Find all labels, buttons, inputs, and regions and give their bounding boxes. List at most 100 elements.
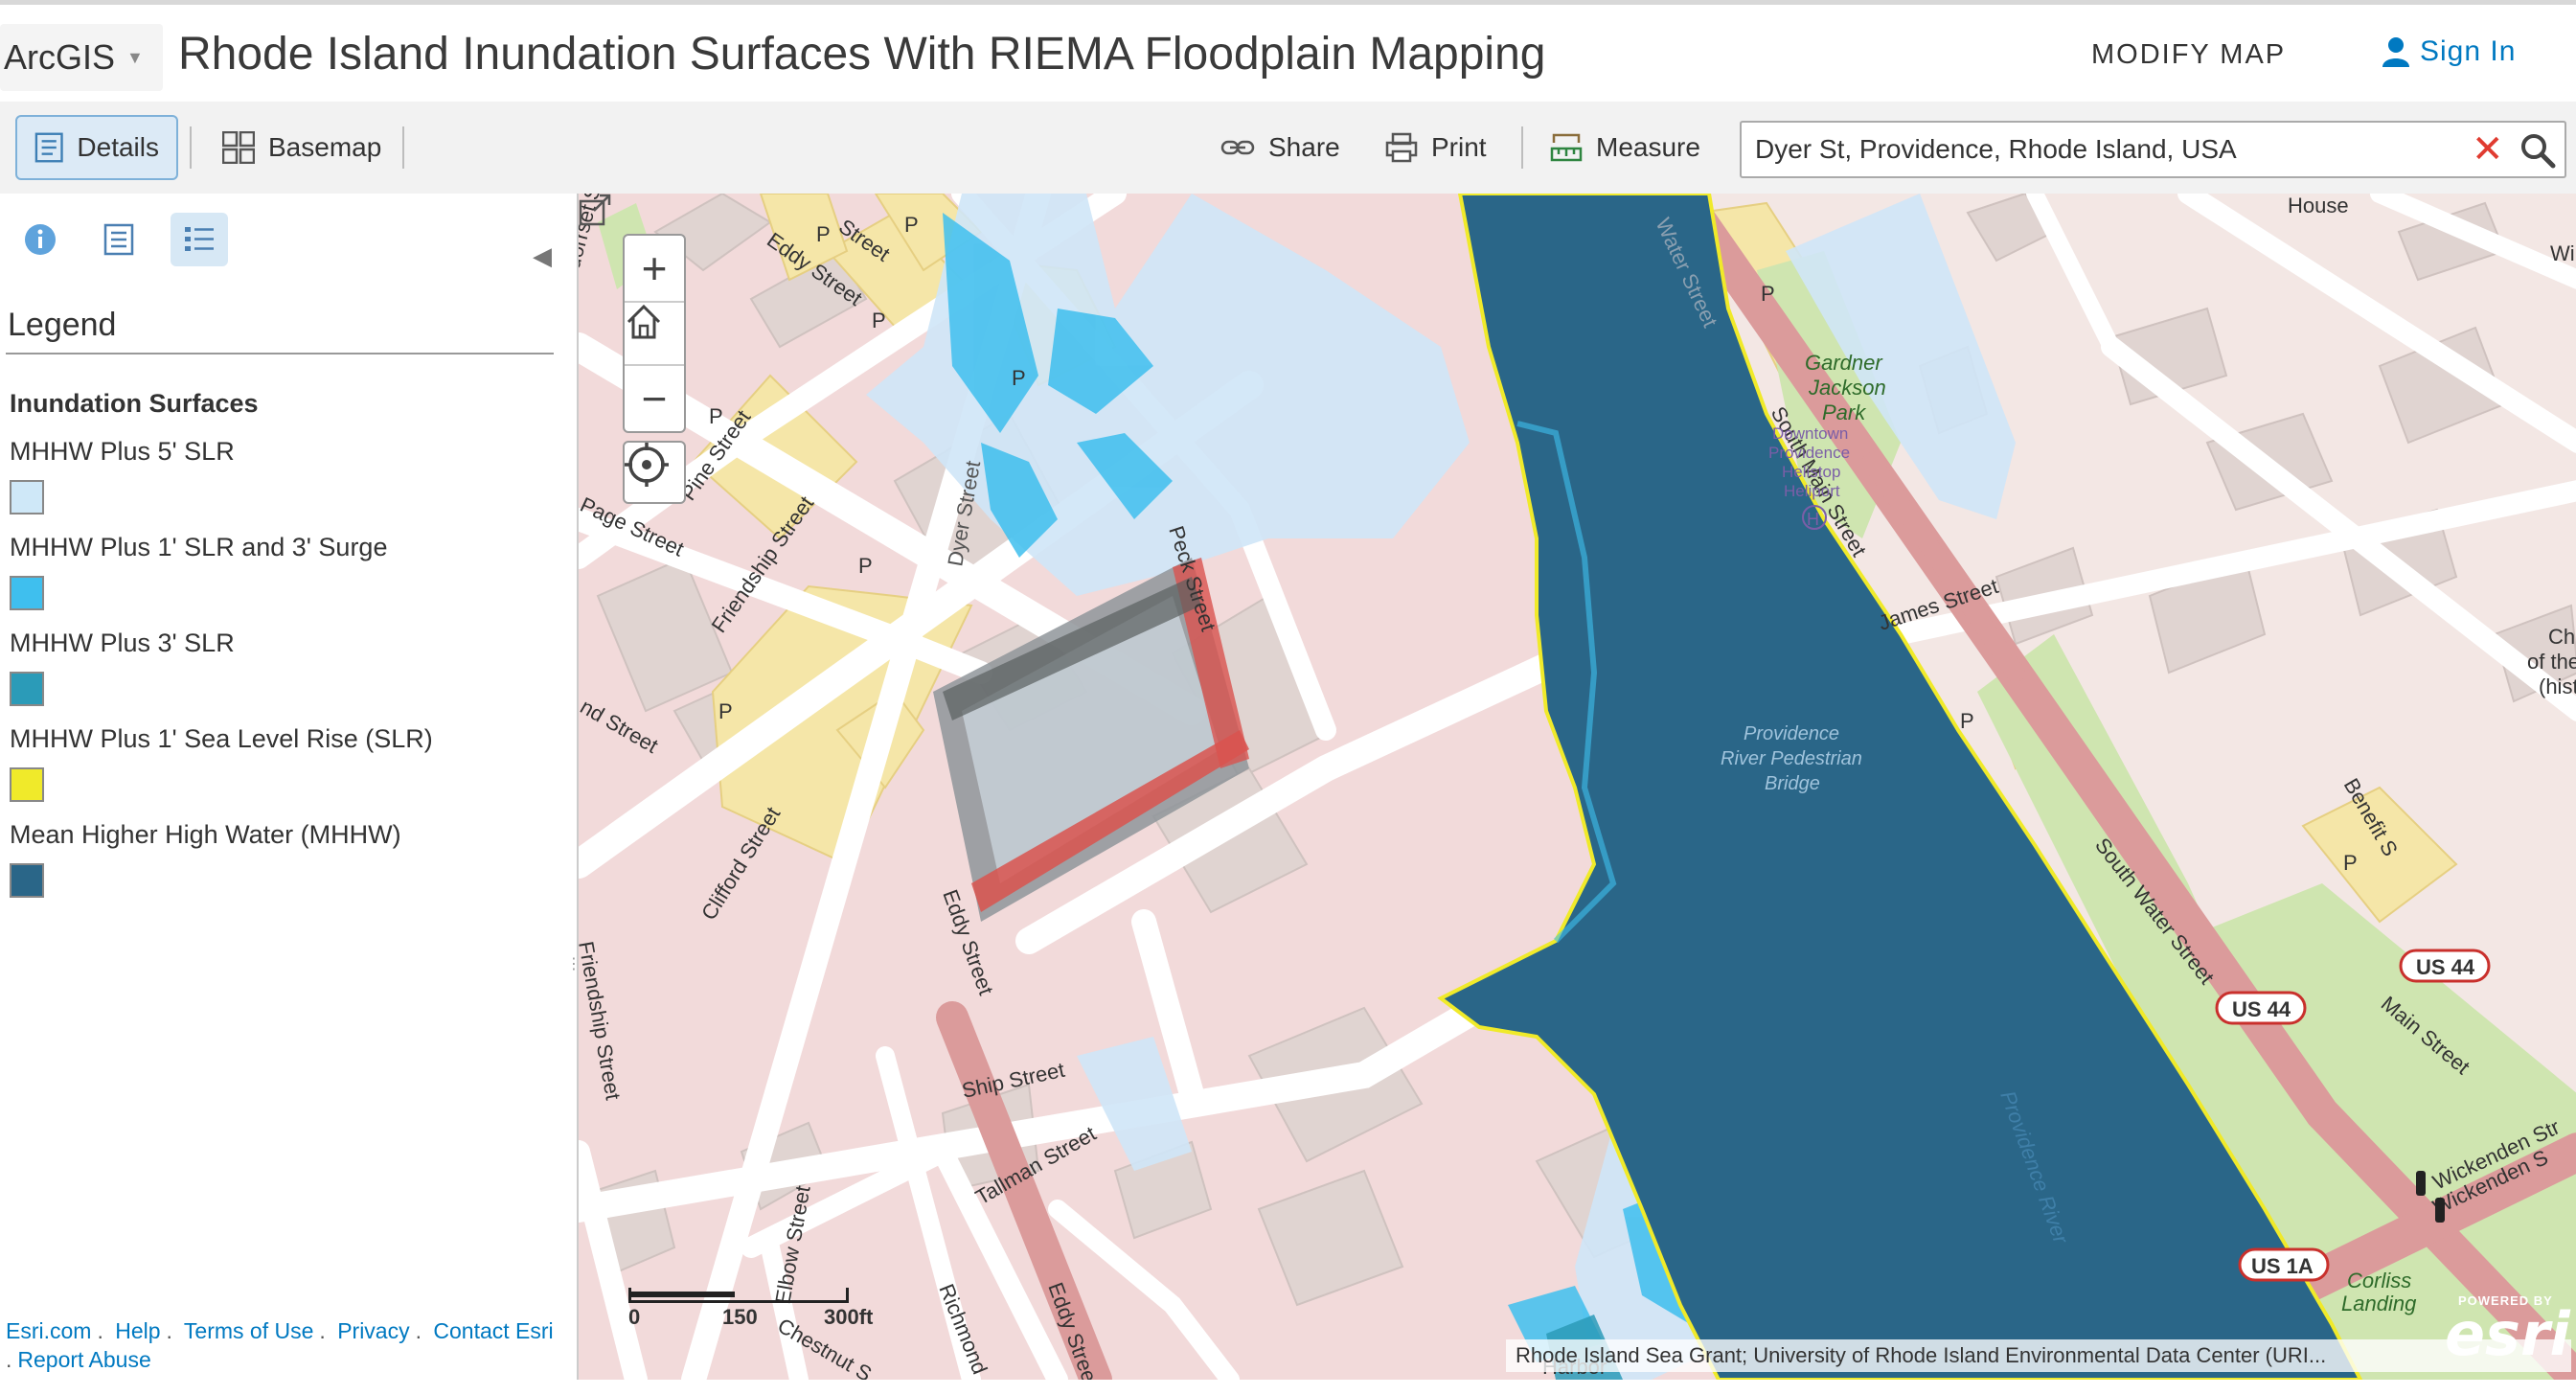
search-input[interactable] xyxy=(1755,123,2464,176)
tab-about[interactable] xyxy=(11,213,69,266)
tab-legend[interactable] xyxy=(171,213,228,266)
parking-marker: P xyxy=(1761,282,1775,306)
zoom-out-button[interactable]: − xyxy=(625,366,684,431)
collapse-panel-icon[interactable]: ◀ xyxy=(533,241,552,271)
print-button[interactable]: Print xyxy=(1368,115,1504,180)
details-label: Details xyxy=(77,132,159,162)
arcgis-logo: ArcGIS xyxy=(4,37,116,77)
measure-icon xyxy=(1550,133,1583,162)
legend-item-label: MHHW Plus 3' SLR xyxy=(10,629,235,657)
heliport-icon: H xyxy=(1807,510,1819,529)
toolbar-divider xyxy=(402,126,404,169)
user-icon xyxy=(2382,37,2409,67)
legend-swatch xyxy=(10,863,44,898)
chevron-down-icon: ▼ xyxy=(126,47,144,67)
esri-com-link[interactable]: Esri.com xyxy=(6,1318,91,1343)
footer-links: Esri.com. Help. Terms of Use. Privacy. C… xyxy=(6,1318,554,1372)
place-label: Corliss xyxy=(2347,1269,2411,1292)
legend-icon xyxy=(185,227,214,251)
legend-swatch xyxy=(10,576,44,610)
clear-icon[interactable]: ✕ xyxy=(2472,128,2504,171)
home-icon xyxy=(627,304,661,339)
details-button[interactable]: Details xyxy=(15,115,178,180)
basemap-grid-icon xyxy=(222,131,255,164)
scale-label: 0 xyxy=(628,1305,641,1329)
parking-marker: P xyxy=(904,213,919,237)
esri-wordmark: esri xyxy=(2445,1299,2570,1369)
legend-item-label: MHHW Plus 1' SLR and 3' Surge xyxy=(10,533,388,561)
place-label: Helistop xyxy=(1782,463,1840,481)
app-root: ArcGIS ▼ Rhode Island Inundation Surface… xyxy=(0,0,2576,1395)
share-button[interactable]: Share xyxy=(1203,115,1357,180)
place-label: Park xyxy=(1822,400,1866,424)
place-label: Gardner xyxy=(1805,351,1883,375)
us-route-shield-label: US 44 xyxy=(2416,955,2475,979)
legend-swatch xyxy=(10,672,44,706)
tab-content[interactable] xyxy=(90,213,148,266)
legend-heading: Legend xyxy=(8,307,117,343)
sign-in-button[interactable]: Sign In xyxy=(2382,35,2516,68)
legend-item: MHHW Plus 1' Sea Level Rise (SLR) xyxy=(10,724,433,802)
basemap-button[interactable]: Basemap xyxy=(205,115,399,180)
divider xyxy=(6,353,554,354)
us-route-shield-label: US 1A xyxy=(2251,1254,2314,1278)
printer-icon xyxy=(1385,132,1418,163)
parking-marker: P xyxy=(709,404,723,428)
share-label: Share xyxy=(1268,132,1340,162)
map-view[interactable]: P P P P P P P P P P dorrset St Street Ed… xyxy=(577,194,2576,1380)
modify-map-button[interactable]: MODIFY MAP xyxy=(2091,39,2286,71)
place-label: (hist xyxy=(2539,675,2576,698)
legend-item-label: MHHW Plus 1' Sea Level Rise (SLR) xyxy=(10,724,433,753)
measure-label: Measure xyxy=(1596,132,1700,162)
map-attribution[interactable]: Rhode Island Sea Grant; University of Rh… xyxy=(1506,1339,2571,1372)
panel-splitter[interactable]: ⋮ xyxy=(566,957,581,1018)
place-label: Landing xyxy=(2341,1292,2417,1315)
arcgis-menu[interactable]: ArcGIS ▼ xyxy=(0,24,163,91)
place-label: Wi xyxy=(2550,241,2575,265)
report-abuse-link[interactable]: Report Abuse xyxy=(17,1347,150,1372)
locate-button[interactable] xyxy=(623,441,686,504)
place-label: River Pedestrian xyxy=(1721,748,1862,769)
measure-button[interactable]: Measure xyxy=(1533,115,1718,180)
legend-item: Mean Higher High Water (MHHW) xyxy=(10,820,401,898)
info-icon xyxy=(25,224,56,255)
details-icon xyxy=(34,132,63,163)
parking-marker: P xyxy=(816,222,831,246)
us-route-shield-label: US 44 xyxy=(2232,997,2291,1021)
legend-swatch xyxy=(10,767,44,802)
content-list-icon xyxy=(103,223,134,256)
expand-icon[interactable] xyxy=(579,194,613,228)
terms-link[interactable]: Terms of Use xyxy=(184,1318,313,1343)
toolbar: Details Basemap Share Print Measure ✕ xyxy=(0,102,2576,194)
place-label: Providence xyxy=(1744,723,1839,744)
zoom-controls: + − xyxy=(623,234,686,433)
place-label: Ch xyxy=(2548,625,2575,649)
legend-item-label: MHHW Plus 5' SLR xyxy=(10,437,235,466)
sidebar: ◀ Legend Inundation Surfaces MHHW Plus 5… xyxy=(0,194,581,1391)
scale-bar: 0 150 300ft xyxy=(628,1288,873,1329)
esri-logo[interactable]: POWERED BY esri xyxy=(2439,1293,2573,1370)
legend-item: MHHW Plus 5' SLR xyxy=(10,437,235,515)
basemap-label: Basemap xyxy=(268,132,382,162)
parking-marker: P xyxy=(718,699,733,723)
place-label: Jackson xyxy=(1808,376,1886,400)
legend-item: MHHW Plus 3' SLR xyxy=(10,629,235,706)
place-label: Providence xyxy=(1768,444,1850,462)
privacy-link[interactable]: Privacy xyxy=(337,1318,409,1343)
crosshair-icon xyxy=(625,443,669,487)
toolbar-divider xyxy=(190,126,192,169)
scale-label: 150 xyxy=(722,1305,758,1329)
sign-in-label: Sign In xyxy=(2420,35,2517,67)
legend-item-label: Mean Higher High Water (MHHW) xyxy=(10,820,401,849)
search-icon[interactable] xyxy=(2519,132,2556,169)
toolbar-divider xyxy=(1521,126,1523,169)
parking-marker: P xyxy=(872,309,886,332)
legend-swatch xyxy=(10,480,44,515)
zoom-in-button[interactable]: + xyxy=(625,236,684,301)
help-link[interactable]: Help xyxy=(115,1318,160,1343)
parking-marker: P xyxy=(2343,851,2358,875)
print-label: Print xyxy=(1431,132,1487,162)
contact-esri-link[interactable]: Contact Esri xyxy=(433,1318,553,1343)
map-canvas[interactable]: P P P P P P P P P P dorrset St Street Ed… xyxy=(579,194,2576,1380)
home-button[interactable] xyxy=(625,301,684,366)
